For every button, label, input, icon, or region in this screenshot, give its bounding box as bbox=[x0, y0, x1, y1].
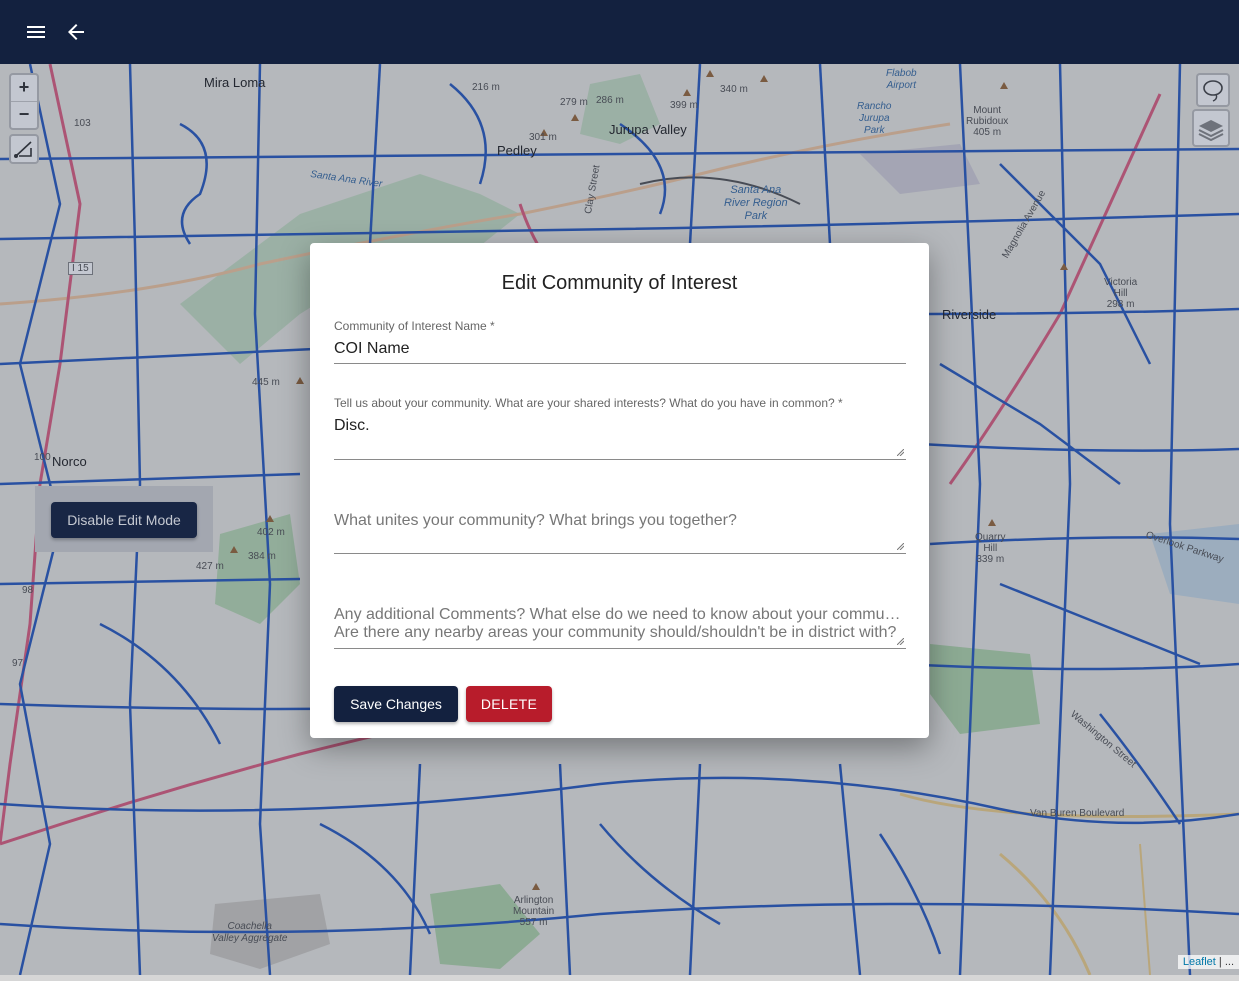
resize-handle-icon[interactable] bbox=[897, 449, 904, 456]
unites-field[interactable]: What unites your community? What brings … bbox=[334, 511, 906, 554]
app-header bbox=[0, 0, 1239, 64]
attribution-rest: | ... bbox=[1215, 956, 1234, 968]
map-attribution: Leaflet | ... bbox=[1177, 955, 1239, 969]
description-textarea[interactable]: Disc. bbox=[334, 417, 906, 435]
coi-name-input[interactable]: COI Name bbox=[334, 340, 906, 358]
save-changes-button[interactable]: Save Changes bbox=[334, 686, 458, 722]
comments-field[interactable]: Any additional Comments? What else do we… bbox=[334, 606, 906, 649]
resize-handle-icon[interactable] bbox=[897, 543, 904, 550]
coi-name-field[interactable]: Community of Interest Name * COI Name bbox=[334, 319, 906, 364]
comments-placeholder-line1[interactable]: Any additional Comments? What else do we… bbox=[334, 606, 906, 624]
delete-button[interactable]: DELETE bbox=[466, 686, 552, 722]
resize-handle-icon[interactable] bbox=[897, 638, 904, 645]
arrow-back-icon[interactable] bbox=[64, 20, 88, 44]
description-field[interactable]: Tell us about your community. What are y… bbox=[334, 396, 906, 460]
comments-placeholder-line2[interactable]: Are there any nearby areas your communit… bbox=[334, 624, 906, 642]
leaflet-link[interactable]: Leaflet bbox=[1183, 956, 1216, 968]
menu-icon[interactable] bbox=[24, 20, 48, 44]
description-label: Tell us about your community. What are y… bbox=[334, 396, 843, 410]
edit-coi-dialog: Edit Community of Interest Community of … bbox=[310, 243, 929, 738]
coi-name-label: Community of Interest Name * bbox=[334, 319, 495, 333]
unites-textarea[interactable]: What unites your community? What brings … bbox=[334, 512, 906, 530]
bottom-scrollbar[interactable] bbox=[0, 975, 1239, 981]
dialog-title: Edit Community of Interest bbox=[501, 272, 738, 294]
